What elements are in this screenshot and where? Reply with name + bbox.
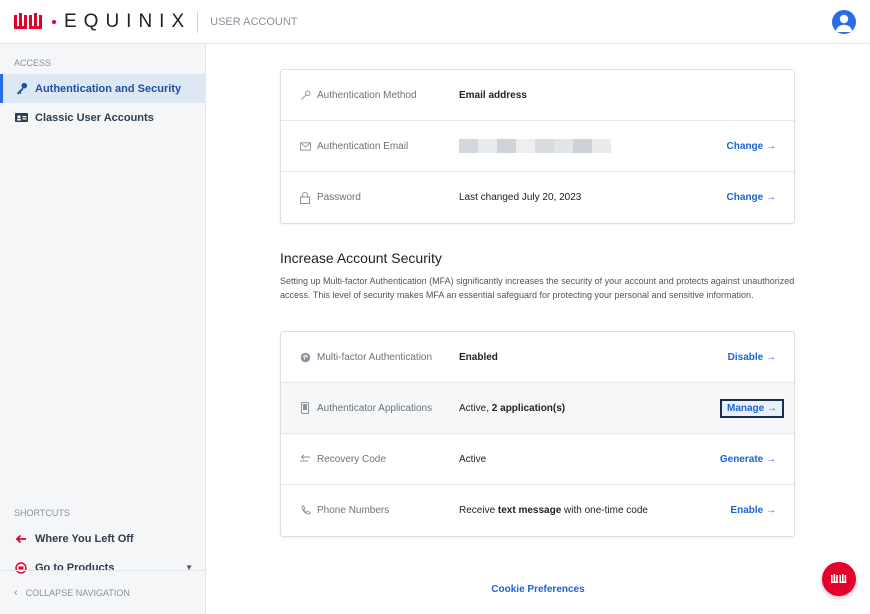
row-key: Password — [299, 191, 361, 204]
sidebar-item-label: Authentication and Security — [35, 82, 182, 95]
row-key: Authentication Email — [299, 140, 408, 152]
row-recovery-code: Recovery Code Active Generate → — [281, 434, 794, 485]
sidebar-item-authentication-security[interactable]: Authentication and Security — [0, 74, 205, 103]
row-key: Phone Numbers — [299, 505, 389, 517]
sidebar-section-shortcuts: SHORTCUTS — [14, 508, 70, 518]
main-content: Authentication Method Email address Auth… — [206, 44, 870, 614]
row-key: Authenticator Applications — [299, 402, 432, 414]
row-key-label: Password — [317, 192, 361, 203]
row-authentication-email: Authentication Email Change → — [281, 121, 794, 172]
equinix-logo[interactable]: EQUINIX — [14, 11, 191, 33]
manage-applications-button[interactable]: Manage → — [719, 398, 784, 418]
shortcut-where-you-left-off[interactable]: Where You Left Off — [0, 524, 205, 553]
enable-phone-link[interactable]: Enable → — [730, 505, 776, 516]
section-title: Increase Account Security — [280, 250, 442, 266]
value-bold: text message — [497, 505, 562, 516]
sidebar-section-access: ACCESS — [14, 58, 52, 68]
app-name: USER ACCOUNT — [210, 15, 298, 28]
generate-recovery-code-link[interactable]: Generate → — [720, 454, 776, 465]
row-multi-factor-authentication: Multi-factor Authentication Enabled Disa… — [281, 332, 794, 383]
row-key-label: Multi-factor Authentication — [317, 351, 433, 363]
row-value: Email address — [459, 89, 527, 101]
logo-dot-icon — [52, 19, 56, 24]
redacted-email — [459, 139, 611, 153]
equinix-logo-mark-icon — [831, 574, 847, 583]
row-phone-numbers: Phone Numbers Receive text message with … — [281, 485, 794, 536]
id-card-icon — [14, 111, 28, 125]
section-description: Setting up Multi-factor Authentication (… — [280, 276, 795, 300]
envelope-icon — [299, 140, 311, 152]
row-key-label: Authenticator Applications — [317, 402, 433, 414]
header-divider — [197, 10, 199, 33]
handset-icon — [299, 505, 311, 517]
person-icon — [836, 14, 852, 32]
collapse-navigation-button[interactable]: ‹ COLLAPSE NAVIGATION — [0, 570, 205, 614]
row-key-label: Authentication Email — [317, 140, 409, 152]
chevron-left-icon: ‹ — [14, 586, 18, 599]
row-value: Active — [459, 454, 486, 465]
row-key: Multi-factor Authentication — [299, 351, 432, 363]
value-text: Enabled — [459, 351, 498, 363]
key-return-icon — [299, 453, 311, 465]
row-value: Last changed July 20, 2023 — [459, 192, 582, 203]
fingerprint-icon — [299, 351, 311, 363]
row-authentication-method: Authentication Method Email address — [281, 70, 794, 121]
lock-icon — [299, 191, 311, 204]
mfa-card: Multi-factor Authentication Enabled Disa… — [280, 331, 795, 537]
value-text-post: with one-time code — [561, 505, 648, 516]
row-key: Authentication Method — [299, 89, 417, 101]
row-key-label: Recovery Code — [317, 453, 386, 465]
row-authenticator-applications: Authenticator Applications Active, 2 app… — [281, 383, 794, 434]
row-password: Password Last changed July 20, 2023 Chan… — [281, 172, 794, 223]
change-email-link[interactable]: Change → — [727, 141, 776, 152]
authentication-card: Authentication Method Email address Auth… — [280, 69, 795, 224]
row-value: Enabled — [459, 352, 498, 363]
sidebar-item-classic-user-accounts[interactable]: Classic User Accounts — [0, 103, 205, 132]
value-text: Active — [459, 453, 487, 465]
row-key-label: Authentication Method — [317, 89, 417, 101]
key-outline-icon — [299, 89, 311, 101]
sidebar: ACCESS Authentication and Security Class… — [0, 44, 206, 614]
logo-text: EQUINIX — [64, 10, 192, 32]
disable-mfa-link[interactable]: Disable → — [728, 352, 776, 363]
value-text: Active, — [459, 402, 492, 414]
top-bar: EQUINIX USER ACCOUNT — [0, 0, 870, 44]
user-avatar-icon[interactable] — [832, 10, 856, 34]
cookie-preferences-link[interactable]: Cookie Preferences — [206, 584, 870, 595]
phone-icon — [299, 402, 311, 414]
row-value: Receive text message with one-time code — [459, 505, 648, 516]
change-password-link[interactable]: Change → — [727, 192, 776, 203]
shortcut-label: Where You Left Off — [35, 532, 134, 545]
equinix-logo-mark-icon — [14, 12, 42, 29]
value-bold: 2 application(s) — [491, 402, 566, 414]
row-key-label: Phone Numbers — [317, 505, 390, 516]
row-key: Recovery Code — [299, 453, 386, 465]
value-text: Receive — [459, 505, 498, 516]
sidebar-item-label: Classic User Accounts — [35, 111, 154, 124]
collapse-label: COLLAPSE NAVIGATION — [25, 587, 130, 598]
arrow-left-icon — [14, 532, 28, 546]
shortcuts-section: SHORTCUTS Where You Left Off Go to Produ… — [0, 494, 205, 582]
key-icon — [14, 82, 28, 96]
equinix-help-button[interactable] — [822, 562, 856, 596]
row-value: Active, 2 application(s) — [459, 403, 565, 414]
